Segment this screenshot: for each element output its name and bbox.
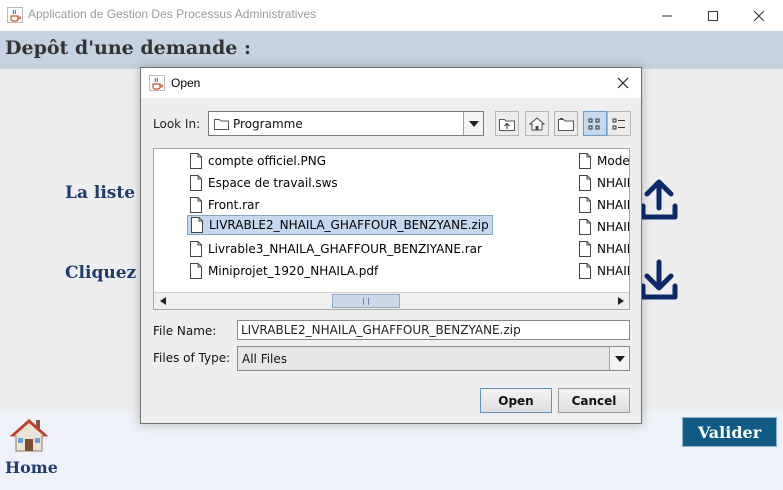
list-item[interactable]: Front.rar [189,195,259,215]
file-name-label: File Name: [153,324,217,338]
dialog-close-icon[interactable] [615,75,631,91]
list-view-button[interactable] [583,111,607,136]
folder-up-icon [499,118,515,131]
look-in-combo[interactable]: Programme [208,111,484,136]
file-icon [579,197,591,213]
cancel-button[interactable]: Cancel [558,388,630,413]
list-item[interactable]: NHAIL [578,261,629,281]
home-icon[interactable] [9,417,49,453]
folder-icon [214,117,229,130]
grip-icon [363,298,369,305]
home-folder-button[interactable] [525,111,549,136]
window-close-button[interactable] [736,0,782,31]
dialog-title: Open [171,76,201,90]
details-view-icon [612,118,625,129]
list-item[interactable]: NHAIL [578,217,629,237]
open-dialog: Open Look In: Programme compte officiel.… [140,67,642,424]
close-icon [753,10,765,21]
minimize-icon [662,15,672,16]
file-icon [579,263,591,279]
list-item[interactable]: compte officiel.PNG [189,151,326,171]
chevron-down-icon[interactable] [463,112,483,135]
dialog-titlebar: Open [141,68,641,98]
scroll-left-icon[interactable] [154,293,171,309]
file-list[interactable]: compte officiel.PNG Espace de travail.sw… [153,148,630,310]
home-folder-icon [529,116,545,130]
list-item[interactable]: NHAIL [578,195,629,215]
window-title: Application de Gestion Des Processus Adm… [28,7,317,21]
files-of-type-value: All Files [242,352,288,366]
valider-button[interactable]: Valider [682,417,777,447]
list-item[interactable]: Mode [578,151,629,171]
list-item[interactable]: Espace de travail.sws [189,173,338,193]
look-in-label: Look In: [153,117,201,131]
scroll-right-icon[interactable] [612,293,629,309]
file-icon [190,197,202,213]
file-icon [579,219,591,235]
list-view-icon [588,118,600,129]
scrollbar-thumb[interactable] [332,294,400,308]
click-label: Cliquez i [65,263,149,283]
files-of-type-label: Files of Type: [153,351,231,365]
maximize-button[interactable] [690,0,736,31]
file-icon [579,153,591,169]
up-one-level-button[interactable] [495,111,519,136]
file-icon [579,175,591,191]
list-item[interactable]: Miniprojet_1920_NHAILA.pdf [189,261,378,281]
files-of-type-combo[interactable]: All Files [237,346,630,371]
file-icon [191,217,203,233]
details-view-button[interactable] [607,111,631,136]
file-icon [190,263,202,279]
window-titlebar: Application de Gestion Des Processus Adm… [0,0,783,31]
home-label[interactable]: Home [5,458,58,477]
list-item[interactable]: NHAIL [578,173,629,193]
horizontal-scrollbar[interactable] [154,292,629,309]
list-item[interactable]: NHAIL [578,239,629,259]
new-folder-icon [558,117,574,131]
file-icon [190,153,202,169]
minimize-button[interactable] [644,0,690,31]
open-button[interactable]: Open [480,388,552,413]
java-coffee-cup-icon [149,75,165,91]
upload-icon[interactable] [639,178,679,222]
list-item[interactable]: Livrable3_NHAILA_GHAFFOUR_BENZIYANE.rar [189,239,482,259]
file-name-input[interactable]: LIVRABLE2_NHAILA_GHAFFOUR_BENZYANE.zip [237,320,630,340]
java-coffee-cup-icon [7,7,23,23]
new-folder-button[interactable] [554,111,578,136]
page-title: Depôt d'une demande : [5,37,251,59]
file-icon [579,241,591,257]
chevron-down-icon[interactable] [609,347,629,370]
list-item-selected[interactable]: LIVRABLE2_NHAILA_GHAFFOUR_BENZYANE.zip [187,215,493,235]
file-icon [190,241,202,257]
look-in-value: Programme [233,117,303,131]
download-icon[interactable] [639,258,679,302]
maximize-icon [708,10,718,21]
file-icon [190,175,202,191]
